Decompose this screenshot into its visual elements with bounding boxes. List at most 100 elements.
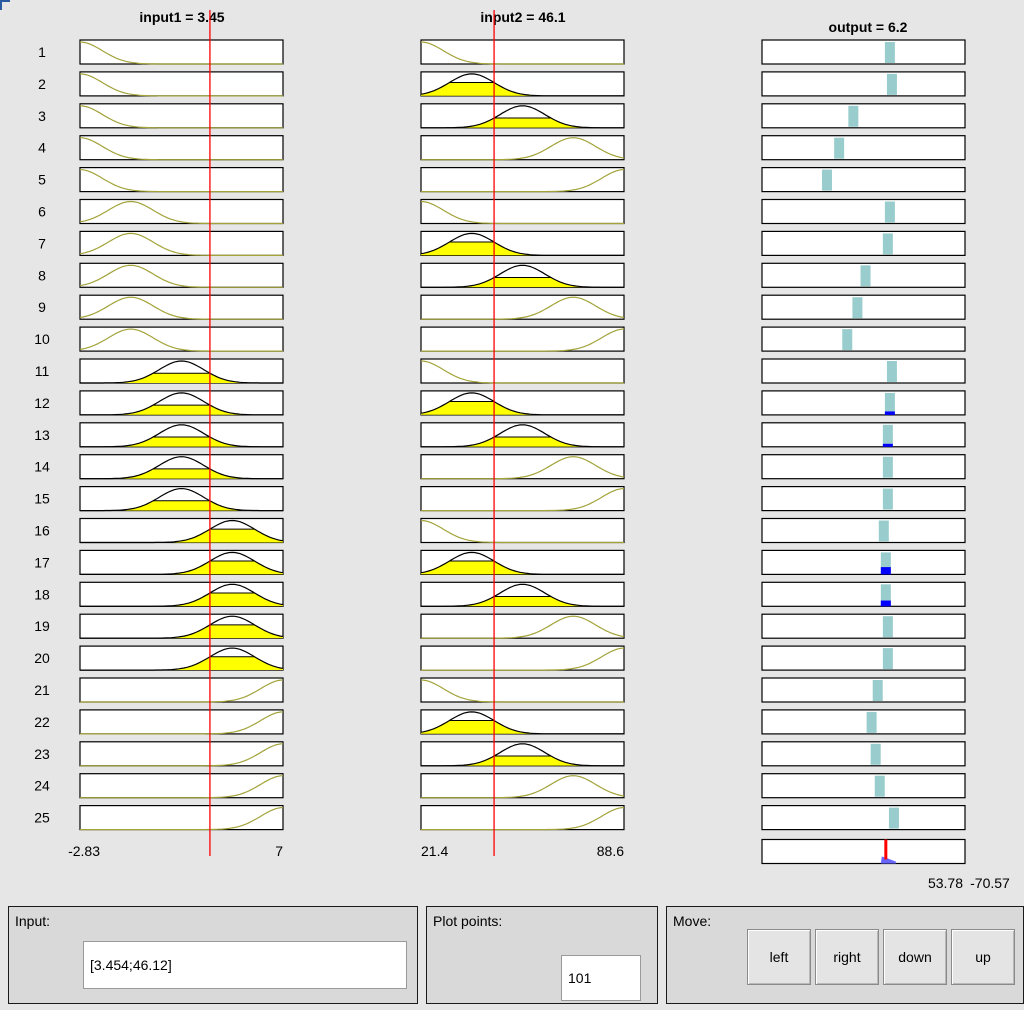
rule-number: 5 bbox=[38, 172, 46, 188]
move-down-button[interactable]: down bbox=[883, 929, 947, 985]
rule-number: 22 bbox=[34, 714, 50, 730]
aggregate-output-box bbox=[761, 838, 966, 865]
output-rule-box bbox=[761, 773, 966, 799]
input2-rule-box bbox=[420, 198, 625, 225]
output-rule-box bbox=[761, 517, 966, 544]
rule-number: 14 bbox=[34, 459, 50, 475]
axis-min-label: 21.4 bbox=[421, 843, 448, 859]
column-title: input1 = 3.45 bbox=[139, 9, 224, 25]
output-rule-box bbox=[761, 230, 966, 256]
input1-rule-box bbox=[79, 39, 284, 65]
move-right-button[interactable]: right bbox=[815, 929, 879, 985]
rule-number: 11 bbox=[35, 363, 50, 379]
input1-rule-box bbox=[79, 677, 284, 703]
rule-number: 25 bbox=[34, 810, 50, 826]
output-rule-box bbox=[761, 422, 966, 448]
input2-rule-box bbox=[420, 262, 625, 288]
input1-rule-box bbox=[79, 198, 284, 225]
output-rule-box bbox=[761, 390, 966, 416]
input1-rule-box bbox=[79, 709, 284, 735]
column-title: output = 6.2 bbox=[829, 19, 908, 35]
axis-max-label: 88.6 bbox=[597, 843, 624, 859]
input1-rule-box bbox=[79, 613, 284, 639]
input1-rule-box bbox=[79, 773, 284, 799]
input1-rule-box bbox=[79, 358, 284, 384]
plot-points-field[interactable] bbox=[561, 955, 641, 1001]
input1-rule-box bbox=[79, 804, 284, 831]
input2-rule-box bbox=[420, 804, 625, 831]
panel-separator bbox=[0, 896, 1024, 906]
move-left-button[interactable]: left bbox=[747, 929, 811, 985]
rule-number: 19 bbox=[34, 618, 50, 634]
rule-number: 17 bbox=[34, 554, 50, 570]
input1-rule-box bbox=[79, 390, 284, 416]
input2-rule-box bbox=[420, 549, 625, 576]
move-up-button[interactable]: up bbox=[951, 929, 1015, 985]
output-rule-box bbox=[761, 167, 966, 193]
output-rule-box bbox=[761, 326, 966, 352]
rule-number: 2 bbox=[38, 76, 46, 92]
rule-number: 20 bbox=[34, 650, 50, 666]
axis-min-label: -2.83 bbox=[68, 843, 100, 859]
input2-rule-box bbox=[420, 135, 625, 161]
rule-number: 4 bbox=[38, 140, 46, 156]
move-panel: Move: left right down up bbox=[666, 906, 1024, 1004]
input1-rule-box bbox=[79, 103, 284, 129]
input1-rule-box bbox=[79, 422, 284, 448]
input1-rule-box bbox=[79, 645, 284, 671]
output-rule-box bbox=[761, 741, 966, 767]
output-rule-box bbox=[761, 709, 966, 735]
input1-rule-box bbox=[79, 454, 284, 480]
input2-rule-box bbox=[420, 613, 625, 639]
rule-number: 15 bbox=[34, 491, 50, 507]
output-rule-box bbox=[761, 454, 966, 480]
input1-rule-box bbox=[79, 294, 284, 320]
input2-rule-box bbox=[420, 581, 625, 607]
output-rule-box bbox=[761, 262, 966, 288]
input-field[interactable] bbox=[83, 941, 407, 989]
output-rule-box bbox=[761, 294, 966, 320]
move-label: Move: bbox=[673, 913, 712, 929]
output-rule-box bbox=[761, 804, 966, 831]
input1-rule-box bbox=[79, 517, 284, 544]
output-rule-box bbox=[761, 645, 966, 671]
plot-points-label: Plot points: bbox=[433, 913, 503, 929]
input1-rule-box bbox=[79, 262, 284, 288]
input1-rule-box bbox=[79, 326, 284, 352]
rule-number: 3 bbox=[38, 108, 46, 124]
output-rule-box bbox=[761, 613, 966, 639]
input2-rule-box bbox=[420, 390, 625, 416]
input2-rule-box bbox=[420, 422, 625, 448]
output-rule-box bbox=[761, 677, 966, 703]
output-rule-box bbox=[761, 198, 966, 225]
rule-number: 8 bbox=[38, 267, 46, 283]
input2-rule-box bbox=[420, 326, 625, 352]
output-rule-box bbox=[761, 358, 966, 384]
input1-rule-box bbox=[79, 486, 284, 512]
corner-arrow-icon bbox=[0, 0, 10, 10]
rule-number: 18 bbox=[34, 586, 50, 602]
rule-viewer-plot: input1 = 3.45 input2 = 46.1 output = 6.2 1… bbox=[34, 9, 1010, 891]
input2-rule-box bbox=[420, 486, 625, 512]
rule-number: 10 bbox=[34, 331, 50, 347]
plot-points-panel: Plot points: bbox=[426, 906, 658, 1004]
axis-min-label: -70.57 bbox=[970, 875, 1010, 891]
rule-number: 23 bbox=[34, 746, 50, 762]
axis-max-label: 7 bbox=[275, 843, 283, 859]
rule-number: 7 bbox=[38, 235, 46, 251]
output-rule-box bbox=[761, 71, 966, 97]
rule-number: 12 bbox=[34, 395, 50, 411]
rule-number: 24 bbox=[34, 778, 50, 794]
input2-rule-box bbox=[420, 741, 625, 767]
input2-rule-box bbox=[420, 39, 625, 65]
rule-number: 16 bbox=[34, 523, 50, 539]
output-rule-box bbox=[761, 135, 966, 161]
input-panel: Input: bbox=[8, 906, 418, 1004]
output-rule-box bbox=[761, 103, 966, 129]
input2-rule-box bbox=[420, 358, 625, 384]
input2-rule-box bbox=[420, 677, 625, 703]
output-rule-box bbox=[761, 549, 966, 576]
column-title: input2 = 46.1 bbox=[480, 9, 565, 25]
output-rule-box bbox=[761, 39, 966, 65]
input2-rule-box bbox=[420, 454, 625, 480]
